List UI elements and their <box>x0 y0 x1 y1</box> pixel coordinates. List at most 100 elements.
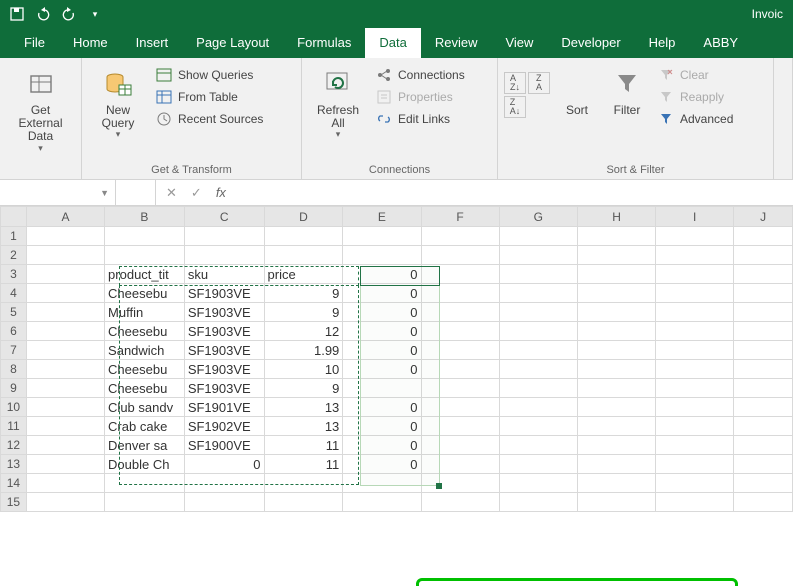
row-header[interactable]: 13 <box>1 455 27 474</box>
row-header[interactable]: 5 <box>1 303 27 322</box>
cell[interactable]: 13 <box>264 417 343 436</box>
cell[interactable]: product_tit <box>105 265 185 284</box>
tab-file[interactable]: File <box>10 28 59 58</box>
cell[interactable] <box>577 265 655 284</box>
cell[interactable] <box>421 436 499 455</box>
row-header[interactable]: 6 <box>1 322 27 341</box>
cell[interactable] <box>577 398 655 417</box>
cell[interactable] <box>421 341 499 360</box>
refresh-all-button[interactable]: Refresh All <box>308 64 368 144</box>
cell[interactable]: 0 <box>343 436 421 455</box>
new-query-button[interactable]: New Query <box>88 64 148 144</box>
cell[interactable] <box>26 341 104 360</box>
cell[interactable] <box>421 474 499 493</box>
cell[interactable] <box>656 360 734 379</box>
table-row[interactable]: 4CheesebuSF1903VE90 <box>1 284 793 303</box>
cell[interactable] <box>184 227 264 246</box>
cell[interactable] <box>656 493 734 512</box>
cell[interactable] <box>577 284 655 303</box>
cell[interactable] <box>26 436 104 455</box>
row-header[interactable]: 14 <box>1 474 27 493</box>
cell[interactable] <box>264 246 343 265</box>
cell[interactable] <box>26 493 104 512</box>
cell[interactable] <box>656 227 734 246</box>
show-queries-button[interactable]: Show Queries <box>152 64 267 86</box>
save-icon[interactable] <box>6 4 28 24</box>
cell[interactable] <box>26 474 104 493</box>
cell[interactable]: 11 <box>264 455 343 474</box>
row-header[interactable]: 3 <box>1 265 27 284</box>
cell[interactable] <box>421 303 499 322</box>
cell[interactable] <box>26 227 104 246</box>
recent-sources-button[interactable]: Recent Sources <box>152 108 267 130</box>
cell[interactable]: 12 <box>264 322 343 341</box>
col-header[interactable]: A <box>26 207 104 227</box>
col-header[interactable]: C <box>184 207 264 227</box>
cell[interactable] <box>577 360 655 379</box>
cell[interactable] <box>577 455 655 474</box>
row-header[interactable]: 15 <box>1 493 27 512</box>
edit-links-button[interactable]: Edit Links <box>372 108 469 130</box>
cell[interactable]: SF1903VE <box>184 341 264 360</box>
cell[interactable]: Cheesebu <box>105 284 185 303</box>
cell[interactable]: Cheesebu <box>105 360 185 379</box>
cell[interactable] <box>421 227 499 246</box>
cell[interactable]: sku <box>184 265 264 284</box>
cell[interactable] <box>656 455 734 474</box>
cell[interactable] <box>499 322 577 341</box>
cell[interactable] <box>656 341 734 360</box>
cell[interactable]: 9 <box>264 379 343 398</box>
cell[interactable] <box>421 379 499 398</box>
fx-icon[interactable]: fx <box>216 185 226 200</box>
cell[interactable] <box>577 379 655 398</box>
cell[interactable] <box>26 455 104 474</box>
cell[interactable]: SF1900VE <box>184 436 264 455</box>
select-all-corner[interactable] <box>1 207 27 227</box>
cell[interactable] <box>734 398 793 417</box>
cell[interactable] <box>421 417 499 436</box>
cell[interactable]: Sandwich <box>105 341 185 360</box>
cell[interactable]: 0 <box>343 455 421 474</box>
tab-data[interactable]: Data <box>365 28 420 58</box>
cell[interactable] <box>656 284 734 303</box>
cell[interactable] <box>656 303 734 322</box>
row-header[interactable]: 9 <box>1 379 27 398</box>
tab-developer[interactable]: Developer <box>547 28 634 58</box>
row-header[interactable]: 11 <box>1 417 27 436</box>
cell[interactable] <box>264 474 343 493</box>
cell[interactable] <box>577 246 655 265</box>
cell[interactable]: Muffin <box>105 303 185 322</box>
cell[interactable] <box>26 303 104 322</box>
row-header[interactable]: 10 <box>1 398 27 417</box>
col-header[interactable]: B <box>105 207 185 227</box>
table-row[interactable]: 13Double Ch0110 <box>1 455 793 474</box>
col-header[interactable]: G <box>499 207 577 227</box>
cell[interactable] <box>421 493 499 512</box>
cell[interactable]: Cheesebu <box>105 322 185 341</box>
table-row[interactable]: 15 <box>1 493 793 512</box>
table-row[interactable]: 7SandwichSF1903VE1.990 <box>1 341 793 360</box>
table-row[interactable]: 3product_titskuprice0 <box>1 265 793 284</box>
tab-view[interactable]: View <box>491 28 547 58</box>
cell[interactable]: Denver sa <box>105 436 185 455</box>
cell[interactable]: SF1903VE <box>184 303 264 322</box>
filter-button[interactable]: Filter <box>604 64 650 121</box>
col-header[interactable]: I <box>656 207 734 227</box>
cell[interactable] <box>656 246 734 265</box>
cell[interactable] <box>577 493 655 512</box>
cell[interactable] <box>421 322 499 341</box>
cell[interactable] <box>421 265 499 284</box>
tab-page-layout[interactable]: Page Layout <box>182 28 283 58</box>
cell[interactable] <box>734 341 793 360</box>
table-row[interactable]: 8CheesebuSF1903VE100 <box>1 360 793 379</box>
cell[interactable] <box>421 284 499 303</box>
cell[interactable]: 10 <box>264 360 343 379</box>
cell[interactable] <box>421 455 499 474</box>
cell[interactable] <box>184 493 264 512</box>
row-header[interactable]: 7 <box>1 341 27 360</box>
cell[interactable] <box>26 265 104 284</box>
cell[interactable] <box>184 246 264 265</box>
cell[interactable]: 0 <box>343 284 421 303</box>
fill-handle[interactable] <box>436 483 442 489</box>
col-header[interactable]: J <box>734 207 793 227</box>
